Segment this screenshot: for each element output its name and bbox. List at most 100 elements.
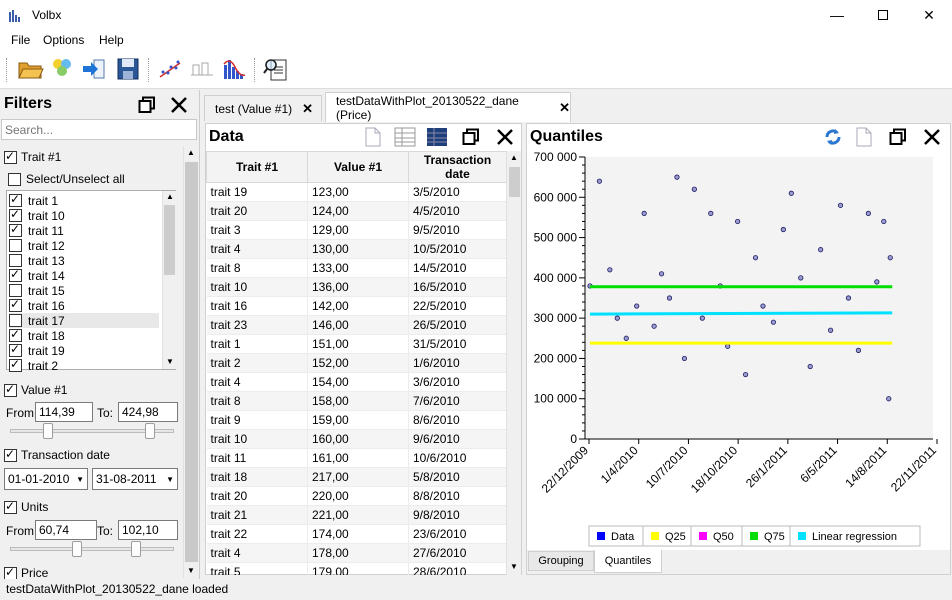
trait-list-item[interactable]: trait 1 xyxy=(9,192,159,208)
trait-list-scrollbar[interactable]: ▲ ▼ xyxy=(162,191,176,369)
table-cell[interactable]: 221,00 xyxy=(307,505,409,525)
table-cell[interactable]: 160,00 xyxy=(307,429,409,449)
table-cell[interactable]: trait 2 xyxy=(206,353,308,373)
close-dock-icon[interactable] xyxy=(170,96,188,114)
table-row[interactable]: trait 20 220,00 8/8/2010 xyxy=(206,486,506,506)
table-row[interactable]: trait 1 151,00 31/5/2010 xyxy=(206,334,506,354)
chevron-down-icon[interactable]: ▼ xyxy=(166,475,174,484)
table-row[interactable]: trait 23 146,00 26/5/2010 xyxy=(206,315,506,335)
table-cell[interactable]: 123,00 xyxy=(307,182,409,202)
select-all-row[interactable]: Select/Unselect all xyxy=(8,170,182,188)
date-filter-checkbox[interactable] xyxy=(4,447,17,462)
table-cell[interactable]: 10/5/2010 xyxy=(408,239,506,259)
units-filter-checkbox[interactable] xyxy=(4,499,17,514)
table-cell[interactable]: 174,00 xyxy=(307,524,409,544)
table-cell[interactable]: 146,00 xyxy=(307,315,409,335)
units-slider-max-handle[interactable] xyxy=(131,541,141,557)
trait-item-checkbox[interactable] xyxy=(9,297,22,312)
table-cell[interactable]: 158,00 xyxy=(307,391,409,411)
table-cell[interactable]: 27/6/2010 xyxy=(408,543,506,563)
table-cell[interactable]: trait 18 xyxy=(206,467,308,487)
table-row[interactable]: trait 10 136,00 16/5/2010 xyxy=(206,277,506,297)
table-view-icon[interactable] xyxy=(394,127,416,147)
table-cell[interactable]: trait 21 xyxy=(206,505,308,525)
export-icon[interactable] xyxy=(855,127,873,147)
filter-search-input[interactable] xyxy=(1,119,197,140)
table-cell[interactable]: trait 3 xyxy=(206,220,308,240)
table-cell[interactable]: trait 8 xyxy=(206,391,308,411)
histogram-icon[interactable] xyxy=(220,55,248,83)
export-icon[interactable] xyxy=(364,127,382,147)
trait-item-checkbox[interactable] xyxy=(9,342,22,357)
save-icon[interactable] xyxy=(114,55,142,83)
tab-quantiles[interactable]: Quantiles xyxy=(594,550,662,573)
toolbar-grip[interactable] xyxy=(6,58,8,82)
select-all-checkbox[interactable] xyxy=(8,172,21,186)
chevron-down-icon[interactable]: ▼ xyxy=(76,475,84,484)
float-dock-icon[interactable] xyxy=(889,128,907,146)
scroll-down-icon[interactable]: ▼ xyxy=(187,566,195,575)
table-cell[interactable]: trait 11 xyxy=(206,448,308,468)
table-row[interactable]: trait 10 160,00 9/6/2010 xyxy=(206,429,506,449)
table-cell[interactable]: 179,00 xyxy=(307,562,409,575)
menu-options[interactable]: Options xyxy=(43,33,84,47)
filter-icon[interactable] xyxy=(48,55,76,83)
price-filter-checkbox[interactable] xyxy=(4,566,17,580)
table-cell[interactable]: 151,00 xyxy=(307,334,409,354)
menu-help[interactable]: Help xyxy=(99,33,124,47)
trait-item-checkbox[interactable] xyxy=(9,357,22,372)
table-cell[interactable]: 10/6/2010 xyxy=(408,448,506,468)
scatter-plot-icon[interactable] xyxy=(156,55,184,83)
table-cell[interactable]: 161,00 xyxy=(307,448,409,468)
table-cell[interactable]: 5/8/2010 xyxy=(408,467,506,487)
filters-scrollbar[interactable]: ▲ ▼ xyxy=(183,146,199,578)
table-cell[interactable]: 124,00 xyxy=(307,201,409,221)
table-cell[interactable]: trait 19 xyxy=(206,182,308,202)
trait-list-item[interactable]: trait 11 xyxy=(9,222,159,238)
table-cell[interactable]: 133,00 xyxy=(307,258,409,278)
maximize-button[interactable] xyxy=(860,0,906,30)
table-cell[interactable]: 7/6/2010 xyxy=(408,391,506,411)
table-cell[interactable]: trait 20 xyxy=(206,201,308,221)
groups-icon[interactable] xyxy=(188,55,216,83)
table-row[interactable]: trait 11 161,00 10/6/2010 xyxy=(206,448,506,468)
table-cell[interactable]: 1/6/2010 xyxy=(408,353,506,373)
table-cell[interactable]: 130,00 xyxy=(307,239,409,259)
table-cell[interactable]: trait 4 xyxy=(206,239,308,259)
table-cell[interactable]: 152,00 xyxy=(307,353,409,373)
trait-list-item[interactable]: trait 14 xyxy=(9,267,159,283)
table-cell[interactable]: 3/5/2010 xyxy=(408,182,506,202)
table-cell[interactable]: 8/8/2010 xyxy=(408,486,506,506)
value-from-input[interactable] xyxy=(35,402,93,422)
table-cell[interactable]: 142,00 xyxy=(307,296,409,316)
tab-grouping[interactable]: Grouping xyxy=(528,551,594,571)
open-folder-icon[interactable] xyxy=(16,55,44,83)
inspect-icon[interactable] xyxy=(262,55,290,83)
table-row[interactable]: trait 18 217,00 5/8/2010 xyxy=(206,467,506,487)
minimize-button[interactable]: — xyxy=(814,0,860,30)
value-to-input[interactable] xyxy=(118,402,178,422)
date-from-field[interactable]: 01-01-2010 ▼ xyxy=(4,468,88,490)
table-row[interactable]: trait 16 142,00 22/5/2010 xyxy=(206,296,506,316)
table-row[interactable]: trait 4 178,00 27/6/2010 xyxy=(206,543,506,563)
trait-item-checkbox[interactable] xyxy=(9,222,22,237)
table-row[interactable]: trait 22 174,00 23/6/2010 xyxy=(206,524,506,544)
value-slider-min-handle[interactable] xyxy=(43,423,53,439)
trait-list-item[interactable]: trait 18 xyxy=(9,327,159,343)
trait-list-item[interactable]: trait 10 xyxy=(9,207,159,223)
date-filter-header[interactable]: Transaction date xyxy=(4,446,182,464)
table-cell[interactable]: trait 4 xyxy=(206,543,308,563)
table-row[interactable]: trait 4 130,00 10/5/2010 xyxy=(206,239,506,259)
table-cell[interactable]: 14/5/2010 xyxy=(408,258,506,278)
table-cell[interactable]: 22/5/2010 xyxy=(408,296,506,316)
trait-filter-checkbox[interactable] xyxy=(4,149,17,164)
table-cell[interactable]: trait 1 xyxy=(206,334,308,354)
table-cell[interactable]: trait 22 xyxy=(206,524,308,544)
group-rows-icon[interactable] xyxy=(426,127,448,147)
units-from-input[interactable] xyxy=(35,520,97,540)
date-to-field[interactable]: 31-08-2011 ▼ xyxy=(92,468,178,490)
table-cell[interactable]: trait 10 xyxy=(206,429,308,449)
float-dock-icon[interactable] xyxy=(462,128,480,146)
trait-item-checkbox[interactable] xyxy=(9,239,22,252)
table-row[interactable]: trait 4 154,00 3/6/2010 xyxy=(206,372,506,392)
